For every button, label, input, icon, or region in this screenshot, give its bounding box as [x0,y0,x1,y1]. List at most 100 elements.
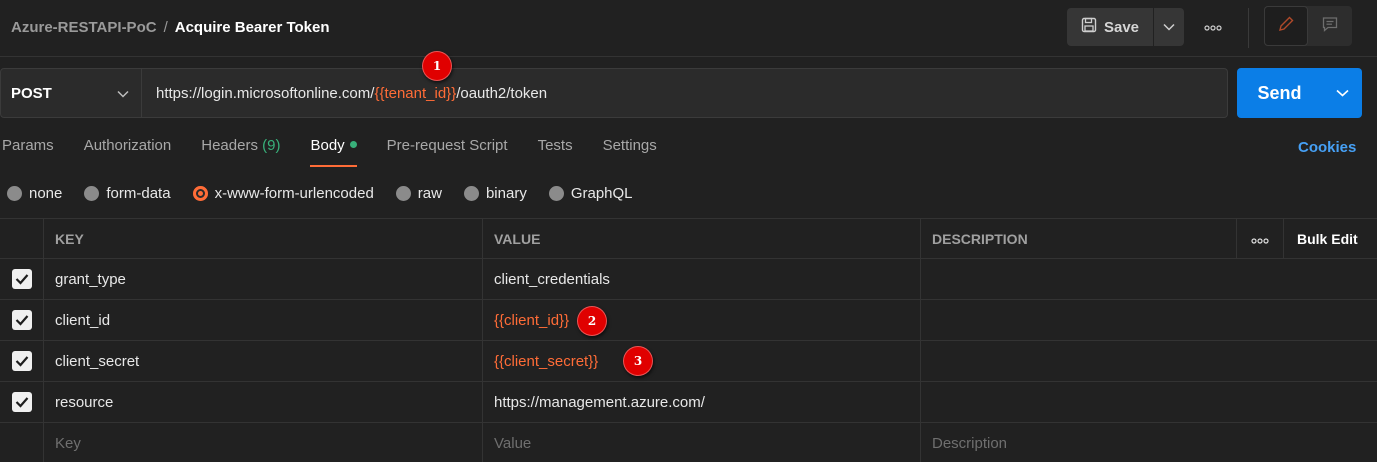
row-checkbox[interactable] [11,392,32,412]
save-dropdown-button[interactable] [1154,8,1184,46]
save-button[interactable]: Save [1067,8,1153,46]
row-checkbox-cell [0,423,43,462]
radio-label: none [29,185,63,202]
url-suffix: /oauth2/token [456,84,548,102]
ellipsis-icon [1251,231,1269,247]
more-options-button[interactable] [1200,18,1226,36]
tab-headers[interactable]: Headers (9) [201,137,280,167]
value-placeholder[interactable]: Value [482,423,920,462]
description-cell[interactable] [920,341,1377,381]
ellipsis-icon [1204,18,1222,36]
row-checkbox-cell [0,259,43,299]
radio-graphql[interactable]: GraphQL [548,185,633,202]
radio-circle [395,186,411,201]
tab-label: Params [2,137,54,154]
radio-circle [548,186,564,201]
tab-label: Authorization [83,137,172,154]
send-dropdown-button[interactable] [1322,68,1362,118]
tab-label: Settings [602,137,657,154]
url-input[interactable]: https://login.microsoftonline.com/{{tena… [142,68,1228,118]
body-type-radio-group: none form-data x-www-form-urlencoded raw… [7,185,633,202]
send-button[interactable]: Send [1237,68,1322,118]
breadcrumb: Azure-RESTAPI-PoC / Acquire Bearer Token [11,19,330,36]
tab-body[interactable]: Body [310,137,357,167]
url-prefix: https://login.microsoftonline.com/ [156,84,375,102]
save-icon [1081,17,1097,37]
radio-form-data[interactable]: form-data [84,185,171,202]
table-row: resource https://management.azure.com/ [0,382,1377,423]
table-row: grant_type client_credentials [0,259,1377,300]
chevron-down-icon [1335,84,1349,102]
column-header-description: DESCRIPTION [920,219,1236,258]
request-tabs: Params Authorization Headers (9) Body Pr… [2,137,657,167]
send-group: Send [1237,68,1362,118]
description-placeholder[interactable]: Description [920,423,1377,462]
row-checkbox-cell [0,341,43,381]
table-row-new: Key Value Description [0,423,1377,462]
radio-label: binary [485,185,527,202]
column-header-key: KEY [43,219,482,258]
bulk-edit-button[interactable]: Bulk Edit [1283,219,1377,258]
table-options-button[interactable] [1236,219,1283,258]
value-cell[interactable]: {{client_secret}} [482,341,920,381]
edit-view-button[interactable] [1264,6,1308,46]
row-checkbox[interactable] [11,269,32,289]
save-group: Save [1067,8,1184,46]
value-cell[interactable]: client_credentials [482,259,920,299]
radio-circle-selected [192,186,208,201]
column-header-value: VALUE [482,219,920,258]
tab-tests[interactable]: Tests [538,137,573,167]
method-select[interactable]: POST [0,68,142,118]
annotation-badge-2: 2 [577,306,607,336]
radio-x-www-form-urlencoded[interactable]: x-www-form-urlencoded [192,185,374,202]
description-cell[interactable] [920,300,1377,340]
tab-label: Tests [537,137,573,154]
description-cell[interactable] [920,259,1377,299]
collection-name[interactable]: Azure-RESTAPI-PoC [11,19,157,36]
value-cell[interactable]: https://management.azure.com/ [482,382,920,422]
radio-circle [7,186,22,201]
table-header-row: KEY VALUE DESCRIPTION Bulk Edit [0,218,1377,259]
value-cell[interactable]: {{client_id}} [482,300,920,340]
radio-circle [463,186,479,201]
method-label: POST [11,84,52,102]
chevron-down-icon [1163,18,1175,36]
key-cell[interactable]: grant_type [43,259,482,299]
description-cell[interactable] [920,382,1377,422]
table-row: client_secret {{client_secret}} [0,341,1377,382]
annotation-badge-1: 1 [422,51,452,81]
body-indicator-dot [349,141,357,148]
tab-pre-request-script[interactable]: Pre-request Script [387,137,508,167]
radio-raw[interactable]: raw [395,185,442,202]
key-cell[interactable]: resource [43,382,482,422]
view-toggle-group [1264,6,1352,46]
radio-none[interactable]: none [7,185,62,202]
key-cell[interactable]: client_id [43,300,482,340]
save-label: Save [1103,18,1140,36]
row-checkbox[interactable] [11,310,32,330]
radio-label: GraphQL [570,185,633,202]
annotation-badge-3: 3 [623,346,653,376]
tab-label: Pre-request Script [386,137,508,154]
row-checkbox-cell [0,300,43,340]
comments-button[interactable] [1308,6,1352,46]
comment-icon [1321,15,1339,38]
headers-count: (9) [262,137,281,154]
row-checkbox[interactable] [11,351,32,371]
tab-settings[interactable]: Settings [603,137,657,167]
breadcrumb-separator: / [163,19,168,36]
radio-binary[interactable]: binary [463,185,527,202]
cookies-link[interactable]: Cookies [1298,139,1356,156]
radio-label: raw [417,185,442,202]
divider [1248,8,1249,48]
request-header: Azure-RESTAPI-PoC / Acquire Bearer Token S… [0,0,1377,57]
params-table: KEY VALUE DESCRIPTION Bulk Edit grant_ty… [0,218,1377,462]
radio-label: x-www-form-urlencoded [214,185,374,202]
key-placeholder[interactable]: Key [43,423,482,462]
tab-params[interactable]: Params [2,137,54,167]
row-checkbox-cell [0,382,43,422]
request-name[interactable]: Acquire Bearer Token [175,19,330,36]
tab-label: Body [310,137,345,154]
tab-authorization[interactable]: Authorization [84,137,172,167]
key-cell[interactable]: client_secret [43,341,482,381]
